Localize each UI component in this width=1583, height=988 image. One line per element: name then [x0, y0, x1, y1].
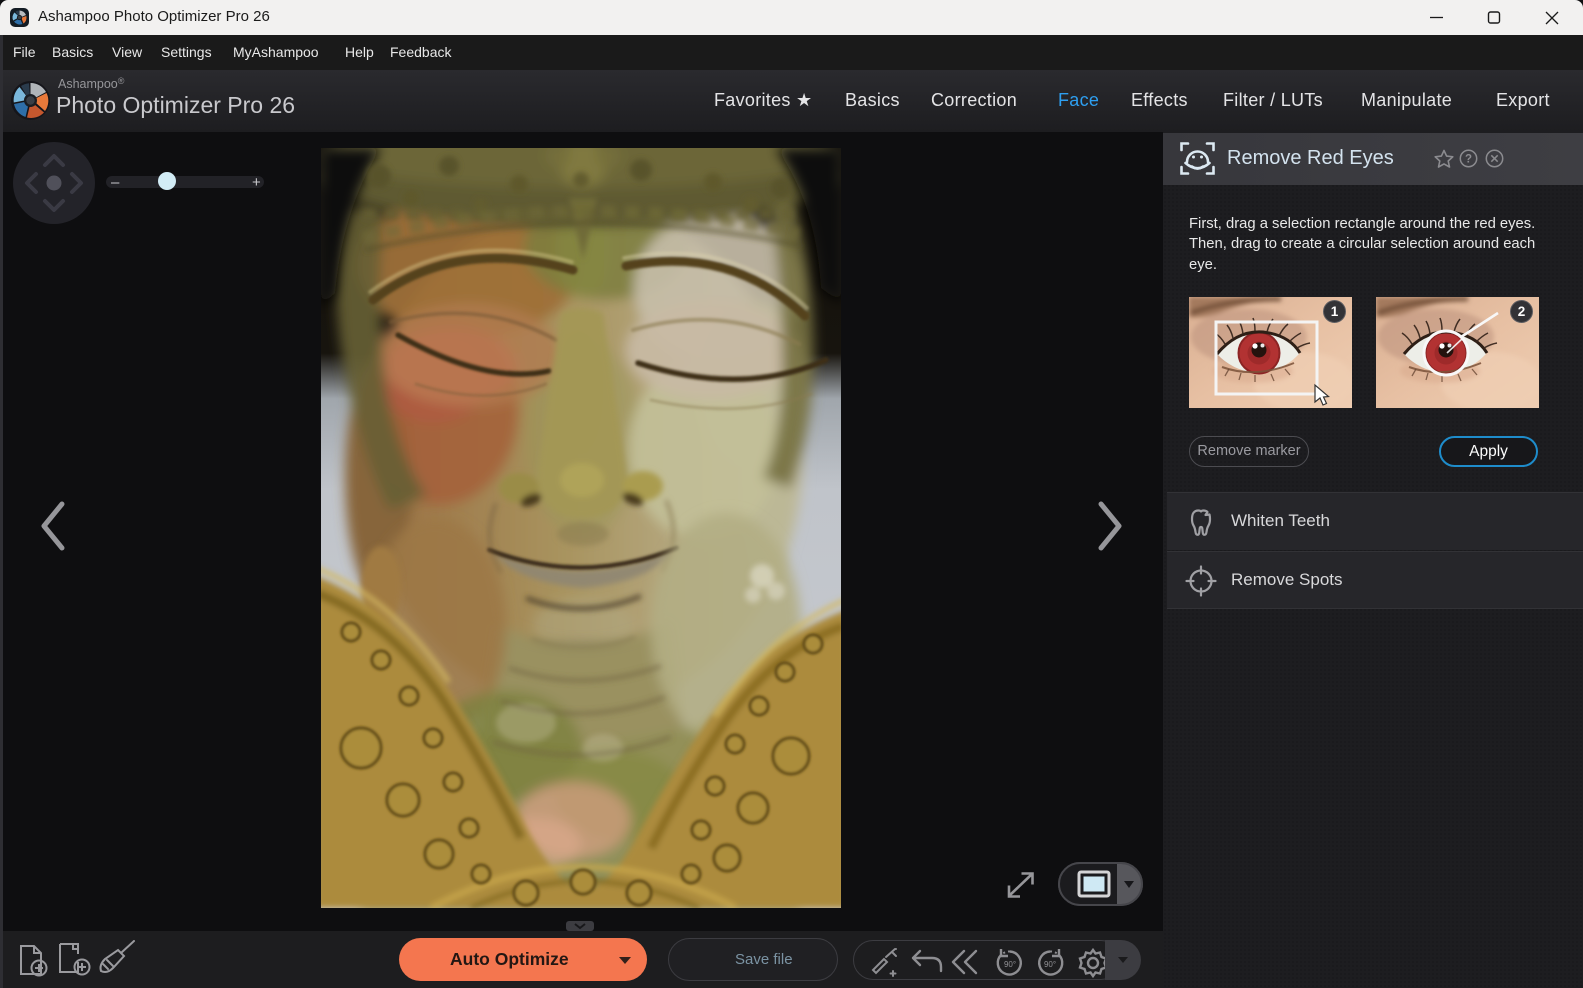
svg-text:90°: 90°: [1044, 960, 1056, 969]
svg-text:?: ?: [1465, 154, 1472, 166]
svg-text:90°: 90°: [1004, 960, 1016, 969]
